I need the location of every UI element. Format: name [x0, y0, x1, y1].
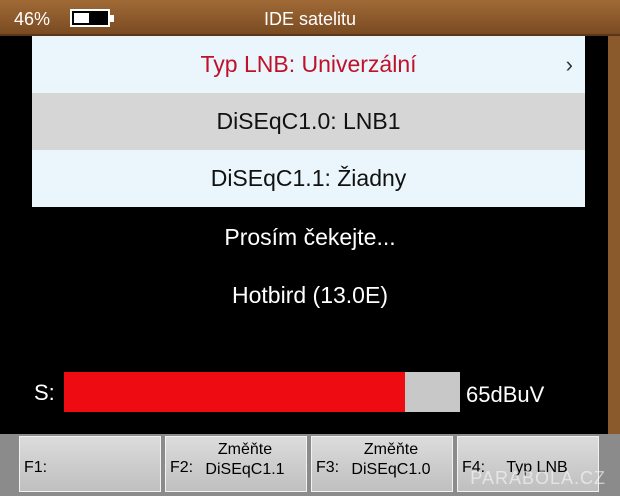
signal-value: 65dBuV — [466, 382, 545, 407]
right-frame-border — [608, 0, 620, 440]
signal-strength-bar — [64, 372, 460, 412]
f3-line1: Změňte — [363, 441, 419, 458]
menu-item-lnb-type[interactable]: Typ LNB: Univerzální › — [32, 36, 585, 93]
menu-item-diseqc-10[interactable]: DiSEqC1.0: LNB1 — [32, 93, 585, 150]
signal-strength-fill — [64, 372, 405, 412]
signal-label: S: — [34, 380, 55, 405]
menu-item-diseqc-11[interactable]: DiSEqC1.1: Žiadny — [32, 150, 585, 207]
watermark-logo: PARABOLA.CZ — [470, 468, 606, 488]
status-message: Prosím čekejte... — [224, 224, 396, 250]
header-bar: 46% IDE satelitu — [0, 0, 620, 36]
f2-line2: DiSEqC1.1 — [205, 461, 285, 478]
f2-line1: Změňte — [217, 441, 273, 458]
satellite-name: Hotbird (13.0E) — [232, 282, 388, 308]
chevron-right-icon: › — [565, 52, 573, 77]
f3-button[interactable]: F3: Změňte DiSEqC1.0 — [311, 436, 453, 492]
settings-menu: Typ LNB: Univerzální › DiSEqC1.0: LNB1 D… — [32, 36, 585, 207]
page-title: IDE satelitu — [263, 9, 357, 29]
f2-button[interactable]: F2: Změňte DiSEqC1.1 — [165, 436, 307, 492]
menu-item-label: DiSEqC1.1: Žiadny — [210, 165, 407, 191]
menu-item-label: Typ LNB: Univerzální — [200, 51, 417, 77]
f3-line2: DiSEqC1.0 — [351, 461, 431, 478]
f1-button[interactable]: F1: — [19, 436, 161, 492]
menu-item-label: DiSEqC1.0: LNB1 — [216, 108, 401, 134]
f1-key-label: F1: — [24, 459, 48, 476]
